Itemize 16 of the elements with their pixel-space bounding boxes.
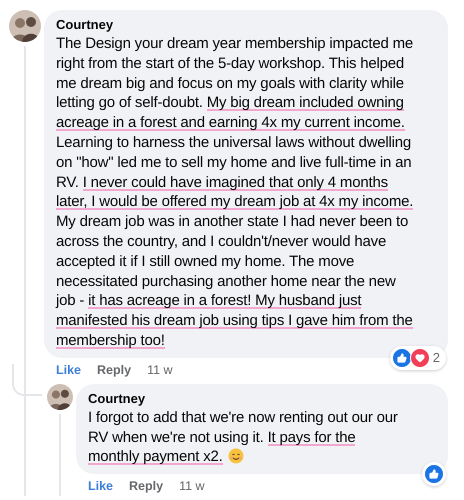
avatar[interactable] [47,384,73,410]
reply-link[interactable]: Reply [97,362,132,377]
author-name[interactable]: Courtney [56,17,436,33]
avatar[interactable] [9,10,41,42]
reaction-summary[interactable]: 2 [390,346,446,370]
reaction-summary[interactable] [422,462,446,486]
author-name[interactable]: Courtney [88,390,436,407]
timestamp: 11 w [179,479,205,494]
like-link[interactable]: Like [56,362,82,377]
thumbs-up-icon [392,348,412,368]
like-link[interactable]: Like [88,479,114,494]
thumbs-up-icon [424,464,444,484]
timestamp: 11 w [147,362,173,377]
reply-link[interactable]: Reply [129,479,164,494]
comment-text: I forgot to add that we're now renting out our our RV when we're not using it. It pays for the monthly payment x2. [88,408,399,468]
reaction-count: 2 [432,350,441,366]
